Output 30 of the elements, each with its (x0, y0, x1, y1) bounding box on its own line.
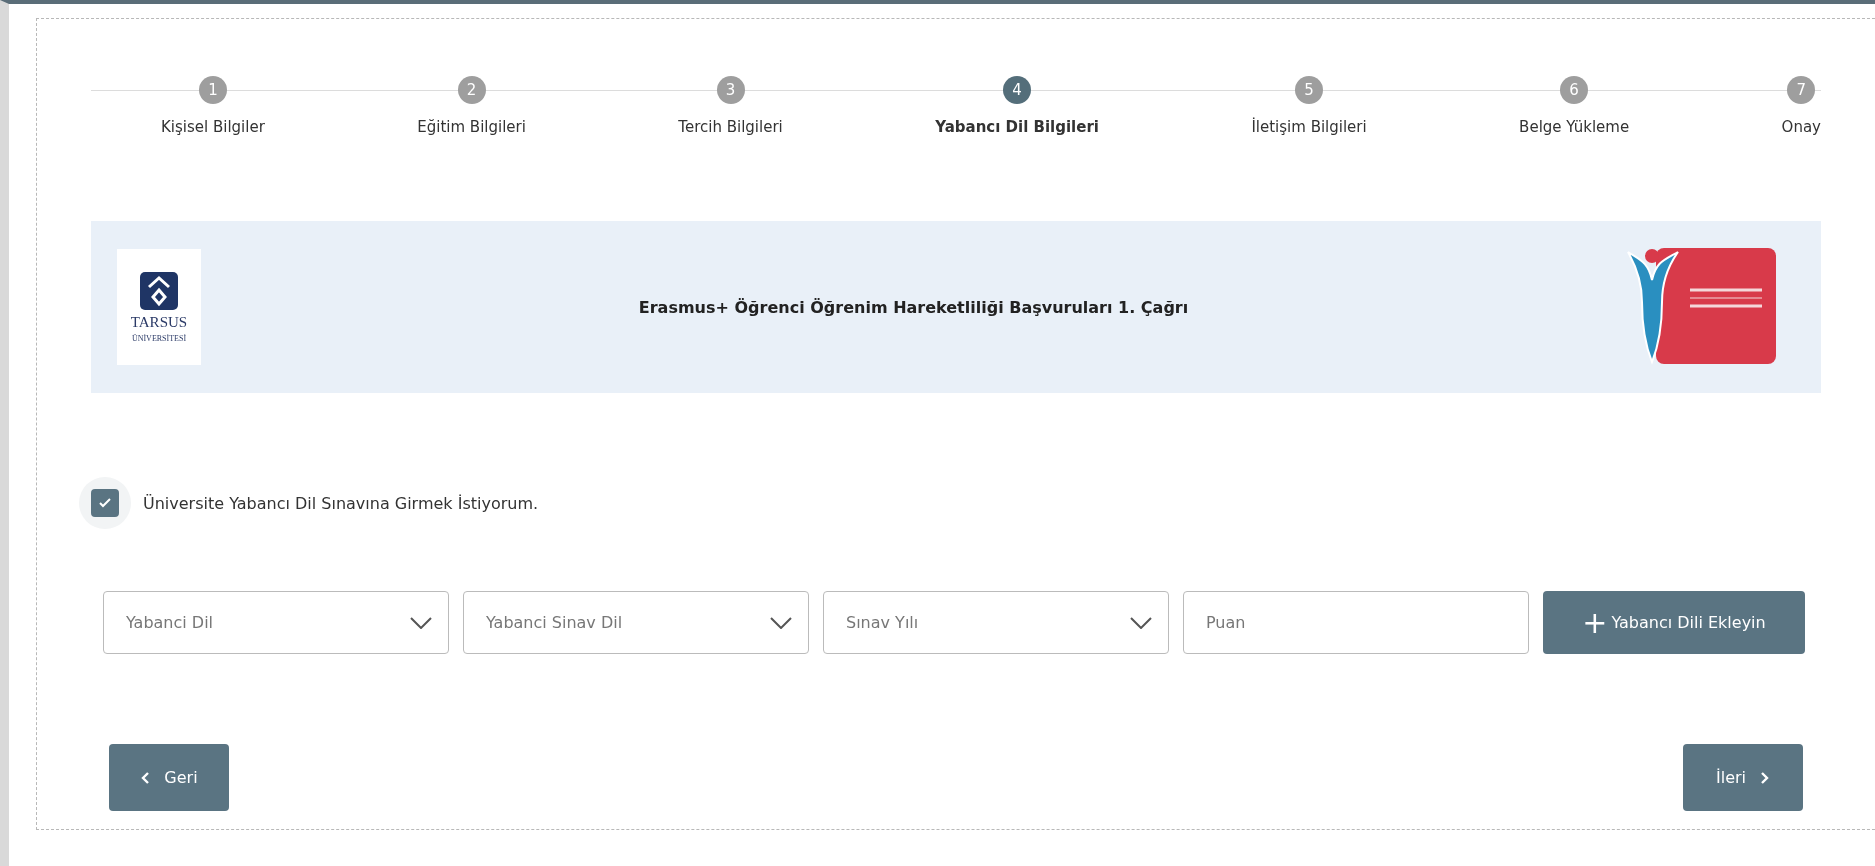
step-label: Tercih Bilgileri (678, 118, 783, 136)
step-number[interactable]: 6 (1560, 76, 1589, 104)
next-button[interactable]: İleri (1683, 744, 1803, 811)
select-field[interactable]: Sınav Yılı (823, 591, 1169, 654)
chevron-down-icon (410, 616, 432, 629)
checkbox[interactable] (91, 489, 119, 517)
step-number[interactable]: 2 (457, 76, 486, 104)
step-number[interactable]: 1 (198, 76, 227, 104)
step-number[interactable]: 4 (1003, 76, 1032, 104)
logo-name: TARSUS (130, 314, 188, 331)
step-label: Belge Yükleme (1519, 118, 1630, 136)
banner-title: Erasmus+ Öğrenci Öğrenim Hareketliliği Başvuruları 1. Çağrı (638, 297, 1189, 317)
chevron-right-icon (1758, 771, 1770, 784)
logo-subtitle: ÜNİVERSİTESİ (131, 334, 187, 343)
select-field[interactable]: Yabanci Sinav Dil (463, 591, 809, 654)
select-field[interactable]: Yabanci Dil (103, 591, 449, 654)
step-label: Yabancı Dil Bilgileri (935, 118, 1099, 136)
input-field[interactable]: Puan (1183, 591, 1529, 654)
chevron-down-icon (1130, 616, 1152, 629)
checkbox-label: Üniversite Yabancı Dil Sınavına Girmek İstiyorum. (143, 493, 539, 513)
step-number[interactable]: 5 (1295, 76, 1324, 104)
step-label: Onay (1781, 118, 1821, 136)
step-label: Eğitim Bilgileri (417, 118, 526, 136)
step-number[interactable]: 3 (716, 76, 745, 104)
step-number[interactable]: 7 (1787, 76, 1816, 104)
step-label: İletişim Bilgileri (1251, 118, 1367, 136)
chevron-down-icon (770, 616, 792, 629)
emblem-icon (139, 271, 179, 311)
step-label: Kişisel Bilgiler (161, 118, 265, 136)
back-button[interactable]: Geri (109, 744, 229, 811)
